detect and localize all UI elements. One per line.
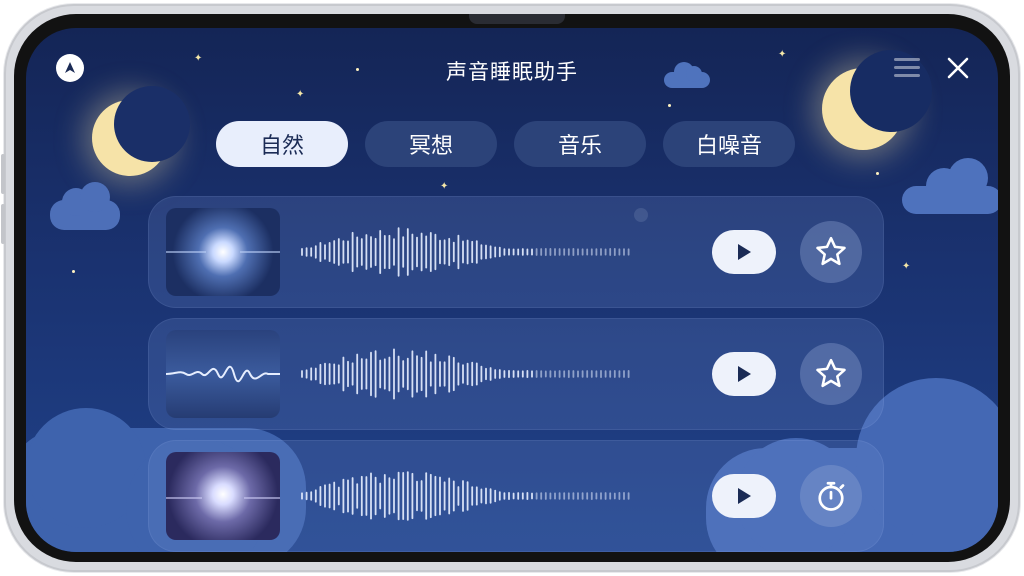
category-tabs: 自然 冥想 音乐 白噪音 <box>216 121 795 167</box>
favorite-button[interactable] <box>800 221 862 283</box>
play-button[interactable] <box>712 230 776 274</box>
waveform-icon <box>301 348 630 400</box>
star-icon <box>668 104 671 107</box>
tab-meditation[interactable]: 冥想 <box>365 121 497 167</box>
timer-icon <box>818 481 845 511</box>
tab-nature[interactable]: 自然 <box>216 121 348 167</box>
moon-left-icon <box>92 86 190 176</box>
track-card[interactable] <box>148 196 884 308</box>
play-icon <box>738 488 751 504</box>
track-card[interactable] <box>148 440 884 552</box>
cloud-icon <box>902 158 998 214</box>
cloud-icon <box>50 182 120 230</box>
star-icon <box>816 358 846 388</box>
tab-white-noise[interactable]: 白噪音 <box>663 121 795 167</box>
notch <box>469 14 565 24</box>
app-title: 声音睡眠助手 <box>446 60 578 84</box>
play-button[interactable] <box>712 352 776 396</box>
track-thumbnail <box>166 330 280 418</box>
star-icon <box>816 236 846 266</box>
star-icon: ✦ <box>902 261 911 272</box>
play-icon <box>738 244 751 260</box>
star-icon: ✦ <box>296 89 305 100</box>
volume-button <box>1 154 5 194</box>
play-button[interactable] <box>712 474 776 518</box>
waveform-icon <box>301 227 630 277</box>
tab-music[interactable]: 音乐 <box>514 121 646 167</box>
star-icon <box>876 172 879 175</box>
track-thumbnail <box>166 208 280 296</box>
track-thumbnail <box>166 452 280 540</box>
timer-button[interactable] <box>800 465 862 527</box>
volume-button <box>1 204 5 244</box>
star-icon: ✦ <box>440 181 449 192</box>
track-card[interactable] <box>148 318 884 430</box>
star-icon <box>72 270 75 273</box>
menu-icon[interactable] <box>894 58 920 80</box>
favorite-button[interactable] <box>800 343 862 405</box>
app-screen: ✦ ✦ ✦ ✦ ✦ 声音睡眠助手 自然 冥想 音乐 白噪音 <box>26 28 998 552</box>
play-icon <box>738 366 751 382</box>
phone-frame: ✦ ✦ ✦ ✦ ✦ 声音睡眠助手 自然 冥想 音乐 白噪音 <box>1 4 1020 572</box>
waveform-icon <box>301 471 630 521</box>
close-icon[interactable] <box>944 54 972 82</box>
